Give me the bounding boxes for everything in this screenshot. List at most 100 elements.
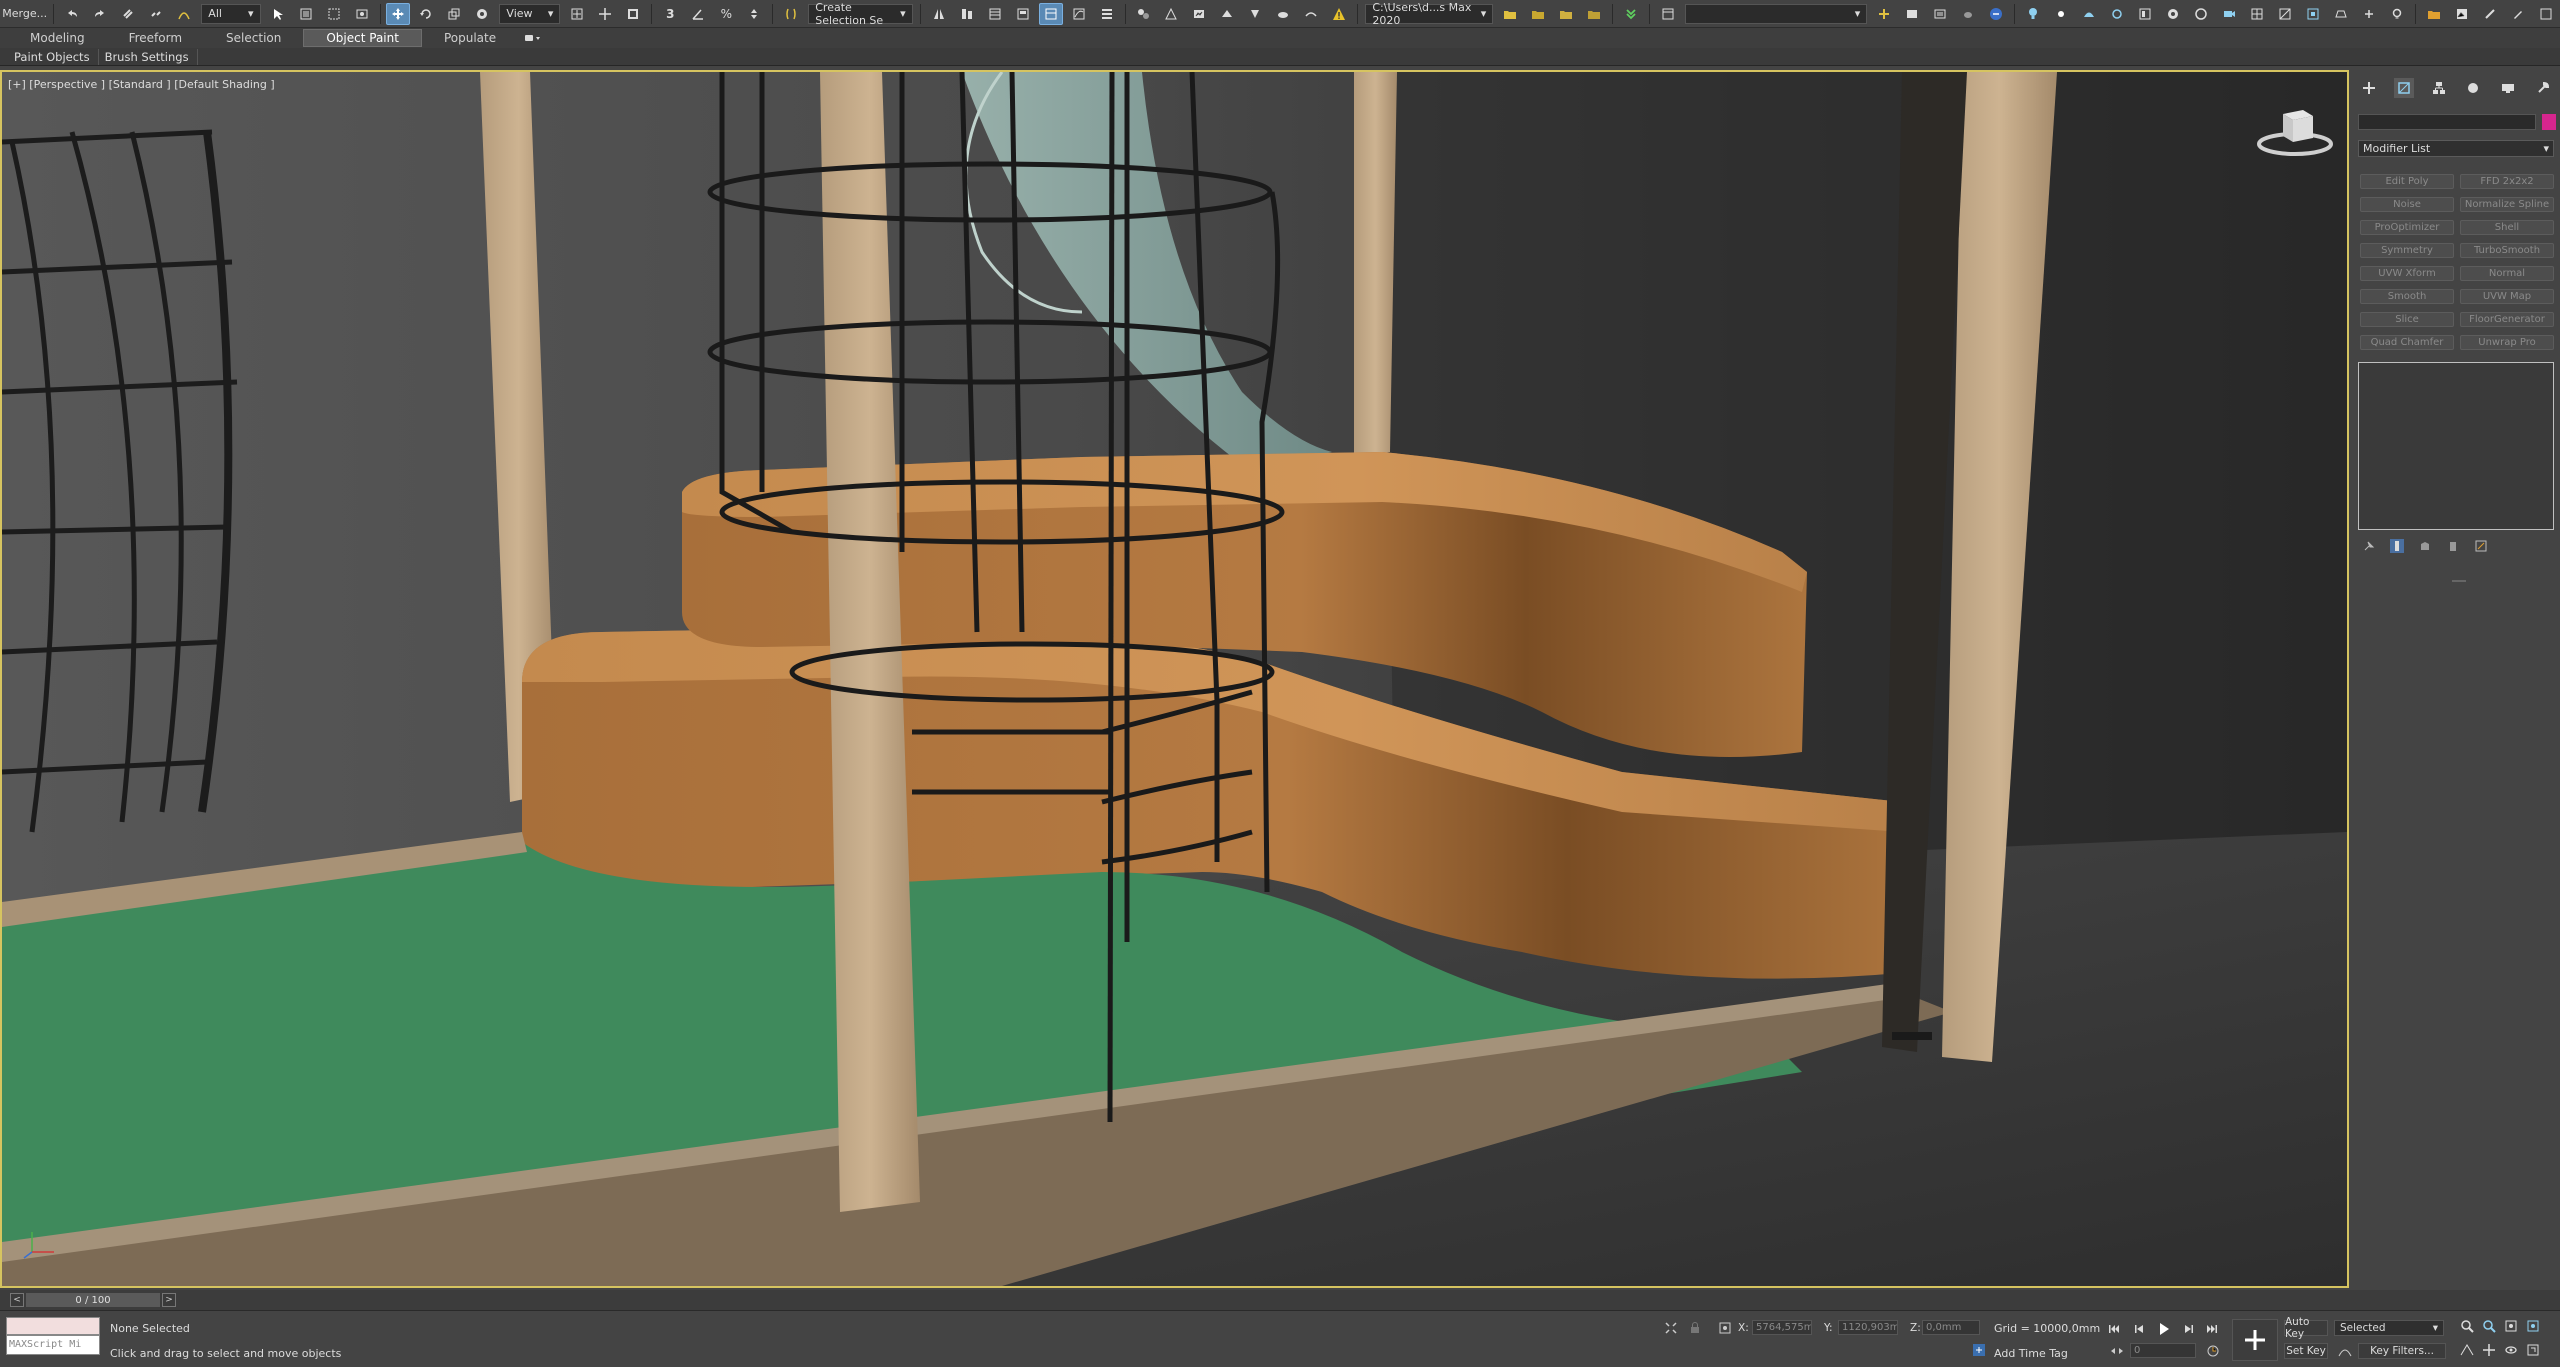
next-frame-icon[interactable]: [2180, 1321, 2196, 1337]
render-production-icon[interactable]: [1215, 3, 1239, 25]
unlink-icon[interactable]: [144, 3, 168, 25]
vray-proxy-icon[interactable]: [2245, 3, 2269, 25]
tab-populate[interactable]: Populate: [422, 29, 518, 47]
make-unique-icon[interactable]: [2418, 539, 2432, 553]
keyboard-shortcut-override-icon[interactable]: [621, 3, 645, 25]
select-and-rotate-icon[interactable]: [414, 3, 438, 25]
curve-editor-icon[interactable]: [1067, 3, 1091, 25]
modifier-normalize-spline-button[interactable]: Normalize Spline: [2460, 197, 2554, 212]
bulb-icon[interactable]: [2021, 3, 2045, 25]
select-object-icon[interactable]: [266, 3, 290, 25]
select-manipulate-icon[interactable]: [593, 3, 617, 25]
go-to-start-icon[interactable]: [2106, 1321, 2122, 1337]
modifier-noise-button[interactable]: Noise: [2360, 197, 2454, 212]
field-of-view-icon[interactable]: [2460, 1343, 2474, 1357]
selection-lock-icon[interactable]: [1688, 1321, 1702, 1335]
ribbon-options-icon[interactable]: [518, 29, 548, 47]
percent-snap-icon[interactable]: %: [714, 3, 738, 25]
open-scene-icon[interactable]: [1900, 3, 1924, 25]
selection-filter-dropdown[interactable]: All ▾: [201, 3, 261, 24]
display-tab-icon[interactable]: [2498, 78, 2518, 98]
render-icon[interactable]: [2161, 3, 2185, 25]
isolate-selection-icon[interactable]: [1664, 1321, 1678, 1335]
panel-layout-icon[interactable]: [1656, 3, 1680, 25]
current-frame-field[interactable]: 0: [2130, 1343, 2196, 1358]
pan-view-icon[interactable]: [2482, 1343, 2496, 1357]
bind-spacewarp-icon[interactable]: [172, 3, 196, 25]
zoom-all-icon[interactable]: [2482, 1319, 2496, 1333]
orbit-icon[interactable]: [2504, 1343, 2518, 1357]
maxscript-listener[interactable]: MAXScript Mi: [6, 1317, 100, 1357]
rect-selection-region-icon[interactable]: [322, 3, 346, 25]
folder-open-icon[interactable]: [2422, 3, 2446, 25]
key-mode-toggle-icon[interactable]: [2110, 1344, 2124, 1358]
sky-dome-icon[interactable]: [2077, 3, 2101, 25]
link-icon[interactable]: [116, 3, 140, 25]
set-key-button[interactable]: Set Key: [2284, 1343, 2328, 1359]
show-end-result-icon[interactable]: [2390, 539, 2404, 553]
object-name-input[interactable]: [2358, 114, 2536, 130]
frame-buffer-icon[interactable]: [2133, 3, 2157, 25]
settings-icon[interactable]: [2534, 3, 2558, 25]
time-slider-next-button[interactable]: >: [162, 1293, 176, 1307]
vray-camera-icon[interactable]: [2217, 3, 2241, 25]
add-time-tag-icon[interactable]: [1972, 1343, 1986, 1357]
time-configuration-icon[interactable]: [2206, 1344, 2220, 1358]
modifier-symmetry-button[interactable]: Symmetry: [2360, 243, 2454, 258]
modifier-ffd-button[interactable]: FFD 2x2x2: [2460, 174, 2554, 189]
window-crossing-icon[interactable]: [350, 3, 374, 25]
modifier-turbosmooth-button[interactable]: TurboSmooth: [2460, 243, 2554, 258]
paint-objects-panel[interactable]: Paint Objects: [8, 48, 99, 65]
object-color-swatch[interactable]: [2542, 114, 2556, 130]
save-file-icon[interactable]: [1526, 3, 1550, 25]
previous-frame-icon[interactable]: [2132, 1321, 2148, 1337]
sun-positioner-icon[interactable]: [2105, 3, 2129, 25]
modifier-slice-button[interactable]: Slice: [2360, 312, 2454, 327]
tools-icon[interactable]: [2478, 3, 2502, 25]
render-queue-icon[interactable]: [1928, 3, 1952, 25]
star-burst-icon[interactable]: [2049, 3, 2073, 25]
vray-fur-icon[interactable]: [2301, 3, 2325, 25]
create-tab-icon[interactable]: [2359, 78, 2379, 98]
named-selection-sets-dropdown[interactable]: Create Selection Se ▾: [808, 1, 913, 27]
modifier-floorgenerator-button[interactable]: FloorGenerator: [2460, 312, 2554, 327]
angle-snap-icon[interactable]: [686, 3, 710, 25]
key-filters-button[interactable]: Key Filters...: [2358, 1343, 2446, 1359]
set-keys-icon[interactable]: [2232, 1319, 2278, 1361]
material-editor-icon[interactable]: [1131, 3, 1155, 25]
layer-explorer-icon[interactable]: [1011, 3, 1035, 25]
toggle-ribbon-icon[interactable]: [1038, 2, 1063, 25]
add-time-tag-label[interactable]: Add Time Tag: [1994, 1347, 2068, 1360]
workspace-dropdown[interactable]: ▾: [1685, 3, 1868, 24]
undo-icon[interactable]: [60, 3, 84, 25]
modifier-prooptimizer-button[interactable]: ProOptimizer: [2360, 220, 2454, 235]
reference-coordinate-dropdown[interactable]: View ▾: [499, 3, 561, 24]
modifier-uvw-map-button[interactable]: UVW Map: [2460, 289, 2554, 304]
go-to-end-icon[interactable]: [2204, 1321, 2220, 1337]
viewcube-icon[interactable]: [2255, 102, 2335, 166]
scene-explorer-icon[interactable]: [983, 3, 1007, 25]
hierarchy-tab-icon[interactable]: [2429, 78, 2449, 98]
brush-settings-panel[interactable]: Brush Settings: [99, 48, 198, 65]
maximize-viewport-icon[interactable]: [2526, 1343, 2540, 1357]
maxscript-input[interactable]: MAXScript Mi: [6, 1335, 100, 1355]
light-add-icon[interactable]: [1872, 3, 1896, 25]
zoom-extents-all-icon[interactable]: [2526, 1319, 2540, 1333]
y-coordinate-field[interactable]: 1120,903m: [1838, 1320, 1898, 1335]
redo-icon[interactable]: [88, 3, 112, 25]
viewport-label[interactable]: [+] [Perspective ] [Standard ] [Default …: [8, 78, 275, 91]
modifier-smooth-button[interactable]: Smooth: [2360, 289, 2454, 304]
modifier-shell-button[interactable]: Shell: [2460, 220, 2554, 235]
modifier-normal-button[interactable]: Normal: [2460, 266, 2554, 281]
warning-icon[interactable]: [1327, 3, 1351, 25]
select-and-place-icon[interactable]: [470, 3, 494, 25]
auto-key-button[interactable]: Auto Key: [2284, 1316, 2328, 1340]
vray-mesh-export-icon[interactable]: [2273, 3, 2297, 25]
play-animation-icon[interactable]: [2156, 1321, 2172, 1337]
modifier-uvw-xform-button[interactable]: UVW Xform: [2360, 266, 2454, 281]
select-by-name-icon[interactable]: [294, 3, 318, 25]
select-and-scale-icon[interactable]: [442, 3, 466, 25]
time-slider[interactable]: 0 / 100: [26, 1293, 160, 1307]
render-active-shade-icon[interactable]: [1243, 3, 1267, 25]
image-icon[interactable]: [2450, 3, 2474, 25]
